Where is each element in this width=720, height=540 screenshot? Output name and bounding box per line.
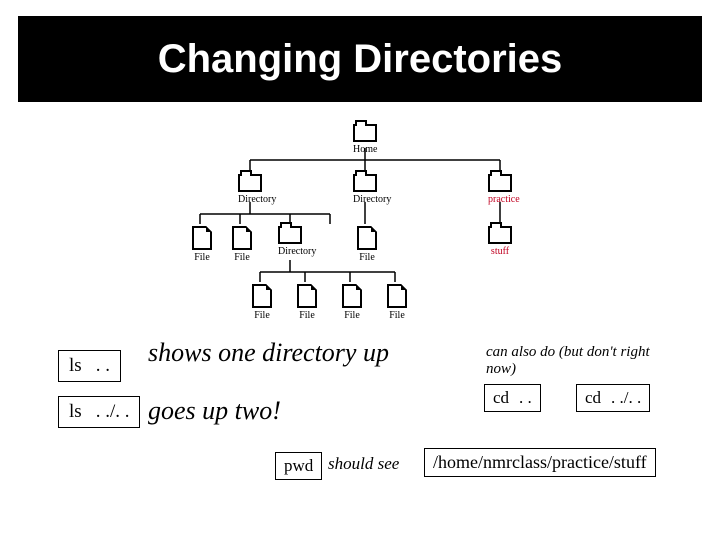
file-icon: [357, 226, 377, 250]
file-icon: [232, 226, 252, 250]
directory-tree-diagram: Home Directory Directory practice File F…: [180, 118, 570, 346]
slide-title: Changing Directories: [158, 37, 563, 82]
file-icon: [192, 226, 212, 250]
node-file: File: [252, 284, 272, 321]
folder-icon: [353, 174, 377, 192]
node-file: File: [297, 284, 317, 321]
node-file: File: [357, 226, 377, 263]
file-icon: [342, 284, 362, 308]
node-file: File: [192, 226, 212, 263]
node-file: File: [342, 284, 362, 321]
title-bar: Changing Directories: [18, 16, 702, 102]
desc-one-up: shows one directory up: [148, 338, 389, 368]
cmd-ls-up-two: ls. ./. .: [58, 396, 140, 428]
folder-icon: [488, 226, 512, 244]
folder-icon: [353, 124, 377, 142]
cmd-cd-up-two: cd. ./. .: [576, 384, 650, 412]
node-practice: practice: [488, 174, 520, 205]
node-stuff: stuff: [488, 226, 512, 257]
node-dir-b: Directory: [353, 174, 391, 205]
folder-icon: [238, 174, 262, 192]
node-file: File: [387, 284, 407, 321]
cmd-pwd: pwd: [275, 452, 322, 480]
desc-two-up: goes up two!: [148, 396, 281, 426]
pwd-output-path: /home/nmrclass/practice/stuff: [424, 448, 656, 477]
node-dir-a: Directory: [238, 174, 276, 205]
node-home: Home: [353, 124, 377, 155]
file-icon: [297, 284, 317, 308]
folder-icon: [488, 174, 512, 192]
desc-should-see: should see: [328, 454, 399, 474]
folder-icon: [278, 226, 302, 244]
cmd-ls-up: ls. .: [58, 350, 121, 382]
node-file: File: [232, 226, 252, 263]
cmd-cd-up: cd. .: [484, 384, 541, 412]
file-icon: [252, 284, 272, 308]
node-subdir: Directory: [278, 226, 316, 257]
note-can-also: can also do (but don't right now): [486, 344, 666, 378]
file-icon: [387, 284, 407, 308]
